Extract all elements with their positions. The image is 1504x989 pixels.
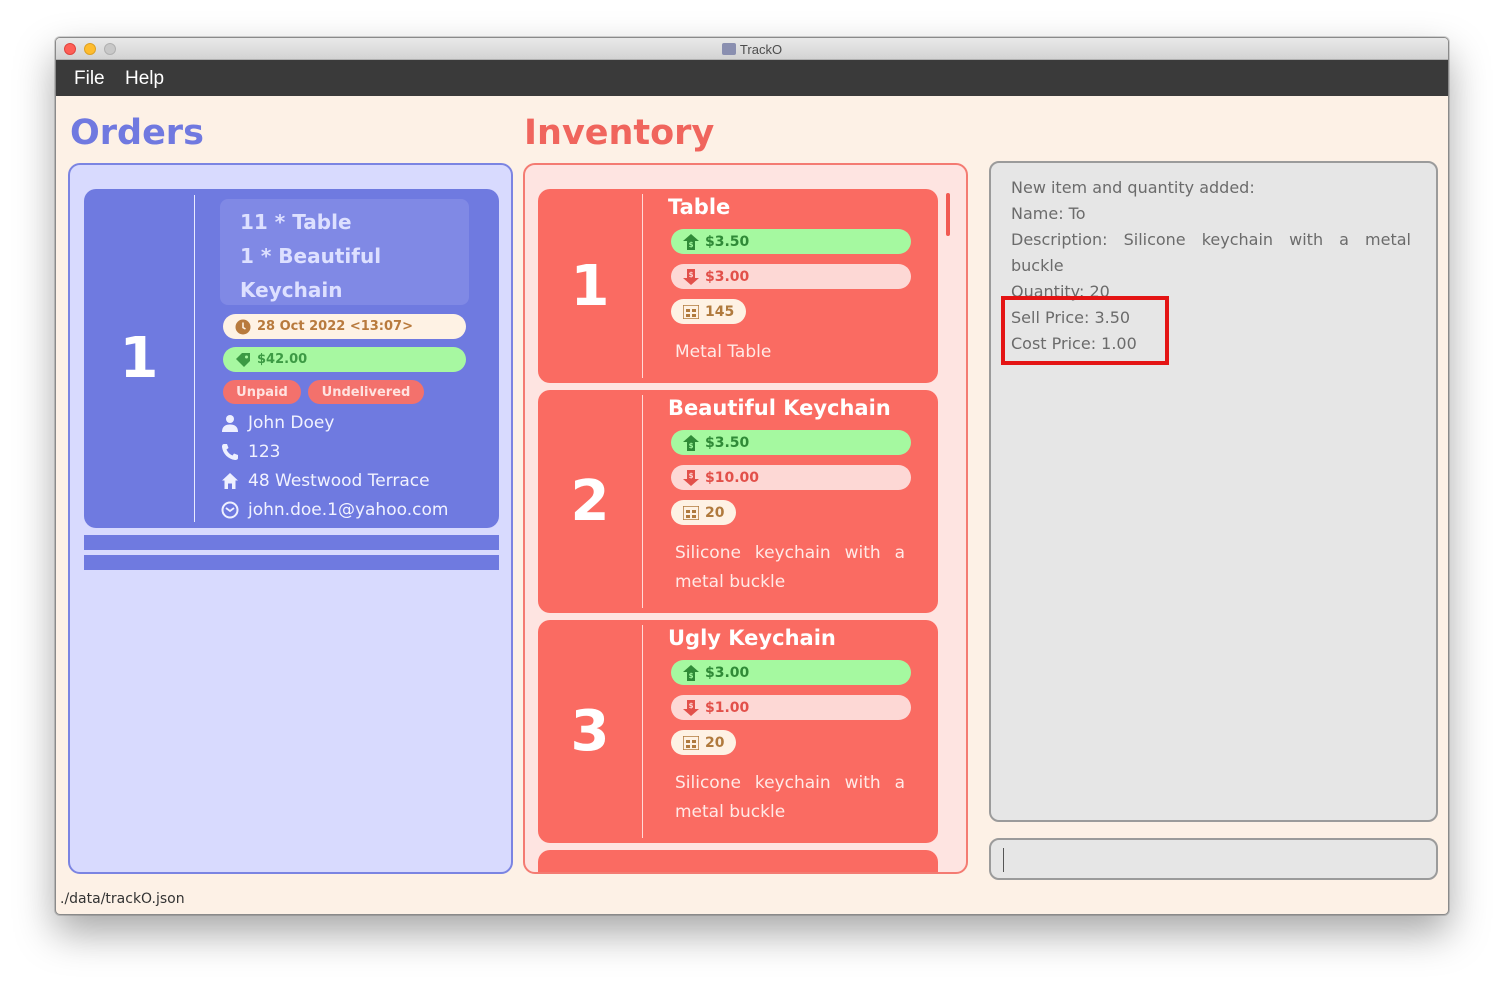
window-title: TrackO (56, 42, 1448, 57)
svg-text:$: $ (689, 442, 694, 450)
quantity: 20 (705, 734, 725, 751)
order-date-pill: 28 Oct 2022 <13:07> (223, 314, 466, 339)
inventory-name: Beautiful Keychain (668, 396, 891, 420)
cost-price-icon: $ (683, 699, 699, 716)
home-icon (220, 472, 240, 490)
email-row: john.doe.1@yahoo.com (220, 498, 448, 522)
status-bar-path: ./data/trackO.json (60, 891, 185, 907)
inventory-index: 1 (570, 253, 610, 319)
inventory-list-panel[interactable]: 1 Table $ $3.50 $ $3.00 145 Metal Table … (523, 163, 968, 874)
inventory-description: Silicone keychain with a metal buckle (675, 543, 905, 592)
app-window: TrackO File Help Orders Inventory 1 11 *… (55, 37, 1449, 915)
order-divider (194, 195, 195, 522)
inventory-heading: Inventory (524, 113, 715, 153)
inventory-divider (642, 194, 643, 378)
order-card[interactable]: 1 11 * Table 1 * Beautiful Keychain 28 O… (84, 189, 499, 528)
window-title-text: TrackO (739, 42, 783, 57)
inventory-name: Table (668, 195, 731, 219)
annotation-highlight-box (1001, 296, 1169, 365)
sell-price: $3.50 (705, 434, 750, 451)
result-line: Name: To (1011, 204, 1086, 223)
order-card-collapsed[interactable] (84, 555, 499, 570)
inventory-index: 3 (570, 699, 610, 764)
svg-text:$: $ (689, 271, 694, 279)
customer-name: John Doey (248, 413, 335, 433)
warehouse-icon (683, 735, 699, 750)
inventory-description: Metal Table (675, 342, 772, 362)
cost-price-pill: $ $10.00 (671, 465, 911, 490)
address-row: 48 Westwood Terrace (220, 469, 430, 493)
result-line: New item and quantity added: (1011, 178, 1255, 197)
order-index: 1 (119, 326, 159, 391)
orders-heading: Orders (70, 113, 204, 153)
cost-price: $3.00 (705, 268, 750, 285)
inventory-card[interactable]: 1 Table $ $3.50 $ $3.00 145 Metal Table (538, 189, 938, 383)
cost-price: $10.00 (705, 469, 760, 486)
app-icon (721, 43, 736, 55)
quantity-pill: 20 (671, 730, 737, 755)
customer-name-row: John Doey (220, 411, 334, 435)
sell-price: $3.00 (705, 664, 750, 681)
payment-status-badge: Unpaid (223, 380, 301, 404)
text-caret (1003, 848, 1004, 872)
menu-bar: File Help (56, 60, 1448, 96)
delivery-status-badge: Undelivered (308, 380, 424, 404)
sell-price-icon: $ (683, 233, 699, 250)
sell-price-pill: $ $3.00 (671, 660, 911, 685)
customer-email: john.doe.1@yahoo.com (248, 500, 449, 520)
sell-price: $3.50 (705, 233, 750, 250)
clock-icon (235, 319, 251, 335)
inventory-scrollbar[interactable] (946, 193, 950, 236)
price-tag-icon (235, 352, 251, 367)
warehouse-icon (683, 505, 699, 520)
sell-price-icon: $ (683, 664, 699, 681)
order-card-collapsed[interactable] (84, 535, 499, 550)
inventory-card[interactable]: 3 Ugly Keychain $ $3.00 $ $1.00 20 Silic… (538, 620, 938, 843)
svg-text:$: $ (689, 702, 694, 710)
order-total: $42.00 (257, 352, 308, 367)
svg-text:$: $ (689, 672, 694, 680)
customer-phone: 123 (248, 442, 281, 462)
quantity-pill: 145 (671, 299, 747, 324)
sell-price-pill: $ $3.50 (671, 430, 911, 455)
cost-price-pill: $ $1.00 (671, 695, 911, 720)
inventory-card-partial[interactable] (538, 850, 938, 872)
inventory-divider (642, 625, 643, 838)
cost-price: $1.00 (705, 699, 750, 716)
sell-price-pill: $ $3.50 (671, 229, 911, 254)
quantity: 145 (705, 303, 735, 320)
result-line: Description: Silicone keychain with a me… (1011, 230, 1411, 275)
warehouse-icon (683, 304, 699, 319)
cost-price-pill: $ $3.00 (671, 264, 911, 289)
customer-address: 48 Westwood Terrace (248, 471, 430, 491)
inventory-index: 2 (570, 469, 610, 534)
result-display: New item and quantity added: Name: To De… (989, 161, 1438, 822)
order-date: 28 Oct 2022 <13:07> (257, 319, 413, 334)
order-item-line: 11 * Table (240, 210, 352, 234)
order-total-pill: $42.00 (223, 347, 466, 372)
email-icon (220, 501, 240, 519)
phone-row: 123 (220, 440, 280, 464)
phone-icon (220, 443, 240, 461)
inventory-description: Silicone keychain with a metal buckle (675, 773, 905, 822)
cost-price-icon: $ (683, 469, 699, 486)
order-item-line: Keychain (240, 278, 343, 302)
quantity-pill: 20 (671, 500, 737, 525)
command-input[interactable] (989, 838, 1438, 880)
inventory-divider (642, 395, 643, 608)
menu-file[interactable]: File (74, 68, 105, 90)
order-item-line: 1 * Beautiful (240, 244, 382, 268)
order-items-box: 11 * Table 1 * Beautiful Keychain (220, 199, 469, 305)
orders-list-panel[interactable]: 1 11 * Table 1 * Beautiful Keychain 28 O… (68, 163, 513, 874)
person-icon (220, 414, 240, 432)
title-bar: TrackO (56, 38, 1448, 60)
quantity: 20 (705, 504, 725, 521)
cost-price-icon: $ (683, 268, 699, 285)
menu-help[interactable]: Help (125, 68, 164, 90)
sell-price-icon: $ (683, 434, 699, 451)
svg-text:$: $ (689, 241, 694, 249)
inventory-card[interactable]: 2 Beautiful Keychain $ $3.50 $ $10.00 20… (538, 390, 938, 613)
svg-text:$: $ (689, 472, 694, 480)
inventory-name: Ugly Keychain (668, 626, 836, 650)
